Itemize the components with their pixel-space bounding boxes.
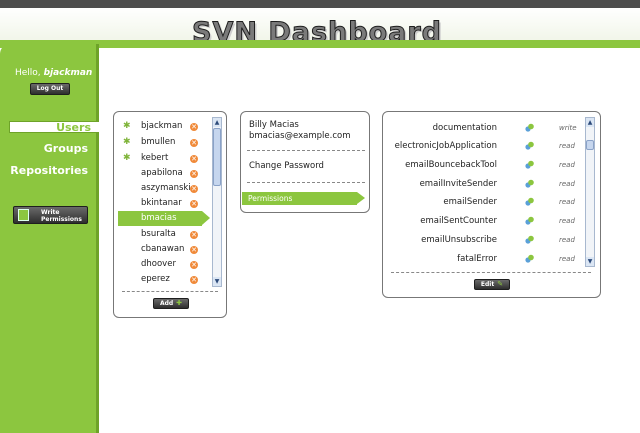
write-permissions-label: Write Permissions — [41, 209, 82, 223]
divider — [247, 150, 365, 151]
sidebar: Hello, bjackman Log Out Users Groups Rep… — [0, 44, 109, 433]
delete-icon[interactable]: ✕ — [190, 155, 198, 163]
repository-icon — [525, 123, 534, 132]
admin-star-icon: ✱ — [123, 137, 131, 147]
delete-icon[interactable]: ✕ — [190, 170, 198, 178]
user-list-item[interactable]: dhoover ✕ — [120, 257, 210, 272]
delete-icon[interactable]: ✕ — [190, 261, 198, 269]
users-panel: ✱ bjackman ✕ ✱ bmullen ✕ ✱ kebert ✕ apab… — [113, 111, 227, 318]
top-bar — [0, 0, 640, 8]
admin-star-icon: ✱ — [123, 121, 131, 131]
repo-row[interactable]: fatalError read — [383, 250, 583, 268]
scroll-down-icon[interactable]: ▼ — [586, 257, 594, 266]
repository-icon — [525, 141, 534, 150]
repos-scrollbar[interactable]: ▲ ▼ — [585, 117, 595, 267]
user-list-item[interactable]: ✱ bjackman ✕ — [120, 119, 210, 134]
repo-row[interactable]: emailBouncebackTool read — [383, 156, 583, 174]
repository-icon — [525, 254, 534, 263]
change-password-link[interactable]: Change Password — [249, 161, 324, 171]
user-list-item[interactable]: bkintanar ✕ — [120, 196, 210, 211]
greeting-username: bjackman — [43, 68, 93, 78]
nav-item-groups[interactable]: Groups — [44, 142, 88, 155]
scroll-up-icon[interactable]: ▲ — [586, 118, 594, 127]
admin-star-icon: ✱ — [123, 153, 131, 163]
pencil-icon: ✎ — [497, 280, 504, 288]
user-full-name: Billy Macias — [249, 120, 299, 130]
selected-arrow — [202, 211, 210, 225]
edit-permissions-button[interactable]: Edit ✎ — [474, 279, 510, 290]
user-list-item-selected[interactable]: bmacias — [118, 211, 210, 226]
delete-icon[interactable]: ✕ — [190, 276, 198, 284]
scroll-thumb[interactable] — [586, 140, 594, 150]
divider — [391, 272, 591, 273]
repo-row[interactable]: electronicJobApplication read — [383, 137, 583, 155]
add-user-button[interactable]: Add ✚ — [153, 298, 189, 309]
delete-icon[interactable]: ✕ — [190, 231, 198, 239]
write-permissions-button[interactable]: Write Permissions — [13, 206, 88, 224]
divider — [247, 182, 365, 183]
user-list-item[interactable]: cbanawan ✕ — [120, 242, 210, 257]
repository-icon — [525, 235, 534, 244]
repo-row[interactable]: documentation write — [383, 119, 583, 137]
nav-item-repositories[interactable]: Repositories — [10, 164, 88, 177]
repo-row[interactable]: emailSentCounter read — [383, 212, 583, 230]
logout-button[interactable]: Log Out — [30, 83, 70, 95]
repo-row[interactable]: emailSender read — [383, 193, 583, 211]
repository-icon — [525, 216, 534, 225]
permissions-tab[interactable]: Permissions — [242, 192, 365, 205]
user-list-item[interactable]: ✱ kebert ✕ — [120, 151, 210, 166]
nav-item-users-label: Users — [56, 121, 91, 134]
greeting: Hello, bjackman — [15, 68, 92, 78]
users-scrollbar[interactable]: ▲ ▼ — [212, 117, 222, 287]
scroll-down-icon[interactable]: ▼ — [213, 277, 221, 286]
scroll-thumb[interactable] — [213, 128, 221, 186]
scroll-up-icon[interactable]: ▲ — [213, 118, 221, 127]
delete-icon[interactable]: ✕ — [190, 246, 198, 254]
plus-icon: ✚ — [176, 299, 183, 307]
repository-icon — [525, 179, 534, 188]
user-list-item[interactable]: aszymanski ✕ — [120, 181, 210, 196]
user-list-item[interactable]: apabilona ✕ — [120, 166, 210, 181]
permissions-tab-label: Permissions — [248, 194, 293, 203]
user-list-item[interactable]: bsuralta ✕ — [120, 227, 210, 242]
repository-icon — [525, 197, 534, 206]
permissions-active-arrow — [357, 192, 365, 204]
user-email: bmacias@example.com — [249, 131, 351, 141]
repositories-panel: documentation write electronicJobApplica… — [382, 111, 601, 298]
greeting-prefix: Hello, — [15, 68, 41, 78]
delete-icon[interactable]: ✕ — [190, 123, 198, 131]
repo-row[interactable]: emailInviteSender read — [383, 175, 583, 193]
user-list-item[interactable]: ✱ bmullen ✕ — [120, 135, 210, 150]
delete-icon[interactable]: ✕ — [190, 200, 198, 208]
repository-icon — [525, 160, 534, 169]
delete-icon[interactable]: ✕ — [190, 139, 198, 147]
divider — [122, 291, 218, 292]
document-icon — [18, 209, 29, 221]
repo-row[interactable]: emailUnsubscribe read — [383, 231, 583, 249]
nav-item-users[interactable]: Users — [9, 120, 109, 134]
delete-icon[interactable]: ✕ — [190, 185, 198, 193]
user-list-item[interactable]: eperez ✕ — [120, 272, 210, 287]
